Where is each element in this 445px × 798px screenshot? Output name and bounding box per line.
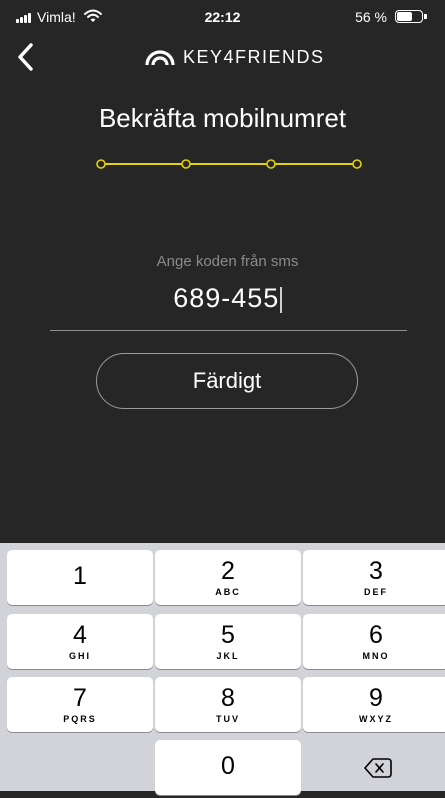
battery-tip bbox=[424, 14, 427, 19]
key-4[interactable]: 4 GHI bbox=[7, 614, 153, 669]
key-letters: DEF bbox=[364, 587, 388, 597]
app-screen: Vimla! 22:12 56 % KEY4FRIENDS Bekräfta m… bbox=[0, 0, 445, 795]
page-title: Bekräfta mobilnumret bbox=[98, 103, 347, 133]
numeric-keyboard: 1 2 ABC 3 DEF 4 GHI 5 JKL 6 MNO 7 PQRS 8… bbox=[0, 543, 445, 795]
key-1[interactable]: 1 bbox=[7, 550, 153, 605]
key-3[interactable]: 3 DEF bbox=[303, 550, 445, 605]
battery-percentage: 56 % bbox=[355, 9, 387, 25]
key-2[interactable]: 2 ABC bbox=[155, 550, 301, 605]
key-number: 1 bbox=[73, 562, 87, 590]
key-letters: WXYZ bbox=[359, 714, 393, 724]
brand-header: KEY4FRIENDS bbox=[145, 42, 325, 72]
key-number: 8 bbox=[221, 684, 235, 712]
battery-icon bbox=[395, 10, 423, 23]
progress-step-4 bbox=[352, 159, 362, 169]
key-5[interactable]: 5 JKL bbox=[155, 614, 301, 669]
arch-logo-icon bbox=[145, 50, 175, 66]
key-number: 5 bbox=[221, 621, 235, 649]
sms-code-label: Ange koden från sms bbox=[156, 253, 299, 270]
key-letters: ABC bbox=[215, 587, 241, 597]
key-6[interactable]: 6 MNO bbox=[303, 614, 445, 669]
input-underline bbox=[50, 330, 407, 331]
key-letters: GHI bbox=[68, 651, 91, 661]
key-7[interactable]: 7 PQRS bbox=[7, 677, 153, 732]
text-cursor bbox=[280, 286, 282, 313]
key-number: 2 bbox=[221, 557, 235, 585]
delete-key[interactable] bbox=[303, 743, 445, 798]
progress-step-3 bbox=[266, 159, 276, 169]
key-number: 9 bbox=[369, 684, 383, 712]
key-9[interactable]: 9 WXYZ bbox=[303, 677, 445, 732]
brand-name: KEY4FRIENDS bbox=[183, 46, 325, 67]
done-button[interactable]: Färdigt bbox=[96, 353, 358, 409]
chevron-left-icon bbox=[18, 43, 33, 71]
key-letters: MNO bbox=[362, 651, 390, 661]
progress-indicator bbox=[96, 159, 362, 169]
backspace-icon bbox=[364, 758, 392, 778]
key-letters: PQRS bbox=[63, 714, 97, 724]
key-0[interactable]: 0 bbox=[155, 740, 301, 795]
sms-code-value: 689-455 bbox=[173, 283, 280, 313]
key-number: 4 bbox=[73, 621, 87, 649]
back-button[interactable] bbox=[12, 40, 42, 74]
progress-step-1 bbox=[96, 159, 106, 169]
progress-step-2 bbox=[181, 159, 191, 169]
key-letters: TUV bbox=[216, 714, 240, 724]
key-number: 0 bbox=[221, 752, 235, 780]
key-letters: JKL bbox=[216, 651, 240, 661]
key-number: 7 bbox=[73, 684, 87, 712]
sms-code-input[interactable]: 689-455 bbox=[0, 283, 445, 314]
key-8[interactable]: 8 TUV bbox=[155, 677, 301, 732]
key-number: 3 bbox=[369, 557, 383, 585]
status-bar: Vimla! 22:12 56 % bbox=[0, 0, 445, 36]
key-number: 6 bbox=[369, 621, 383, 649]
